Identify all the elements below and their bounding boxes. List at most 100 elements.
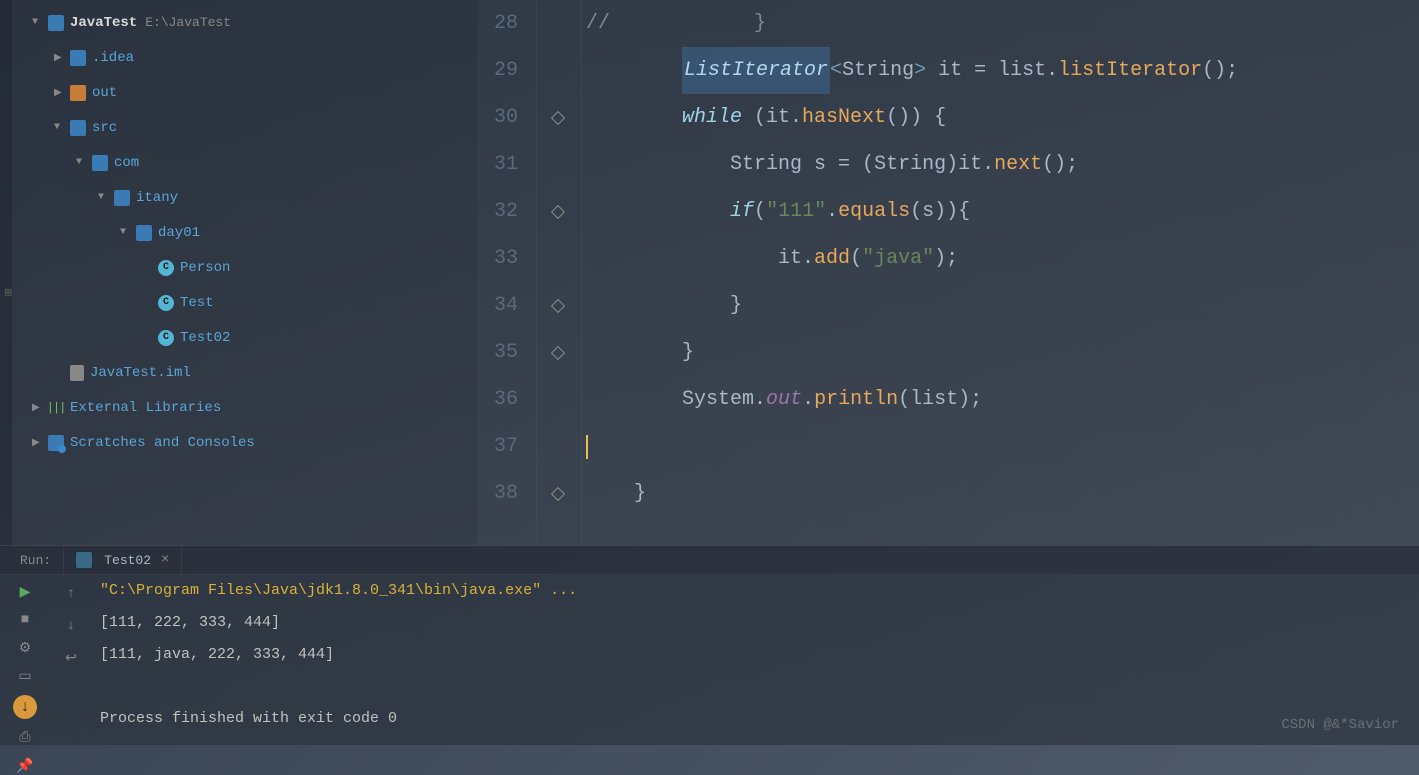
code-line[interactable] bbox=[586, 423, 1419, 470]
fold-icon[interactable] bbox=[551, 345, 565, 359]
fold-icon[interactable] bbox=[551, 110, 565, 124]
code-line[interactable]: } bbox=[586, 470, 1419, 517]
up-icon[interactable]: ↑ bbox=[62, 585, 80, 603]
tree-item-test02[interactable]: CTest02 bbox=[12, 320, 477, 355]
chevron-down-icon[interactable] bbox=[54, 122, 66, 133]
chevron-right-icon[interactable] bbox=[32, 437, 44, 449]
run-tab-label: Test02 bbox=[104, 553, 151, 568]
tree-item-com[interactable]: com bbox=[12, 145, 477, 180]
run-panel: Run: Test02 × ▶ ■ ⚙ ▭ ↓ ⎙ 📌 ↑ ↓ ↩ "C bbox=[0, 545, 1419, 745]
wrap-icon[interactable]: ↩ bbox=[62, 649, 80, 667]
code-line[interactable]: ListIterator<String> it = list.listItera… bbox=[586, 47, 1419, 94]
console-line: [111, 222, 333, 444] bbox=[100, 607, 1419, 639]
tree-item-itany[interactable]: itany bbox=[12, 180, 477, 215]
file-icon bbox=[70, 365, 84, 381]
tree-item-label: External Libraries bbox=[70, 400, 221, 416]
fold-icon[interactable] bbox=[551, 204, 565, 218]
class-icon: C bbox=[158, 260, 174, 276]
line-number[interactable]: 33 bbox=[477, 235, 518, 282]
download-icon[interactable]: ↓ bbox=[13, 695, 37, 719]
tree-item--idea[interactable]: .idea bbox=[12, 40, 477, 75]
run-toolbar-secondary: ↑ ↓ ↩ bbox=[50, 575, 92, 775]
project-tree-sidebar: JavaTest E:\JavaTest .idea out src com itany… bbox=[12, 0, 477, 545]
stop-icon[interactable]: ■ bbox=[16, 611, 34, 629]
tree-item-label: JavaTest.iml bbox=[90, 365, 191, 381]
line-number[interactable]: 30 bbox=[477, 94, 518, 141]
pin-icon[interactable]: 📌 bbox=[16, 757, 34, 775]
tree-item-label: com bbox=[114, 155, 139, 171]
project-icon bbox=[48, 15, 64, 31]
left-tool-strip[interactable]: ⊞ bbox=[0, 0, 12, 545]
tree-item-test[interactable]: C Test bbox=[12, 285, 477, 320]
console-line bbox=[100, 671, 1419, 703]
class-icon: C bbox=[158, 295, 174, 311]
chevron-down-icon[interactable] bbox=[76, 157, 88, 168]
chevron-right-icon[interactable] bbox=[32, 402, 44, 414]
run-toolbar-primary: ▶ ■ ⚙ ▭ ↓ ⎙ 📌 bbox=[0, 575, 50, 775]
tree-item-day01[interactable]: day01 bbox=[12, 215, 477, 250]
tree-item-javatest-iml[interactable]: JavaTest.iml bbox=[12, 355, 477, 390]
tree-item-label: out bbox=[92, 85, 117, 101]
line-number[interactable]: 37 bbox=[477, 423, 518, 470]
close-icon[interactable]: × bbox=[161, 552, 169, 568]
chevron-right-icon[interactable] bbox=[54, 52, 66, 64]
rerun-icon[interactable]: ▶ bbox=[16, 583, 34, 601]
tree-item-label: day01 bbox=[158, 225, 200, 241]
print-icon[interactable]: ⎙ bbox=[16, 729, 34, 747]
code-content[interactable]: // } ListIterator<String> it = list.list… bbox=[582, 0, 1419, 545]
line-number-gutter[interactable]: 2829303132333435363738 bbox=[477, 0, 537, 545]
tree-external-libraries[interactable]: External Libraries bbox=[12, 390, 477, 425]
line-number[interactable]: 29 bbox=[477, 47, 518, 94]
chevron-down-icon[interactable] bbox=[32, 17, 44, 28]
project-path: E:\JavaTest bbox=[145, 15, 231, 30]
code-line[interactable]: System.out.println(list); bbox=[586, 376, 1419, 423]
run-tab-test02[interactable]: Test02 × bbox=[63, 546, 182, 574]
line-number[interactable]: 32 bbox=[477, 188, 518, 235]
folding-gutter[interactable] bbox=[537, 0, 582, 545]
code-line[interactable]: // } bbox=[586, 0, 1419, 47]
code-line[interactable]: String s = (String)it.next(); bbox=[586, 141, 1419, 188]
chevron-right-icon[interactable] bbox=[54, 87, 66, 99]
code-line[interactable]: } bbox=[586, 329, 1419, 376]
line-number[interactable]: 31 bbox=[477, 141, 518, 188]
fold-icon[interactable] bbox=[551, 486, 565, 500]
line-number[interactable]: 36 bbox=[477, 376, 518, 423]
folder-icon bbox=[136, 225, 152, 241]
tree-item-label: Test bbox=[180, 295, 214, 311]
tree-item-label: itany bbox=[136, 190, 178, 206]
tree-item-person[interactable]: CPerson bbox=[12, 250, 477, 285]
project-name: JavaTest bbox=[70, 15, 137, 31]
code-line[interactable]: if("111".equals(s)){ bbox=[586, 188, 1419, 235]
tree-project-root[interactable]: JavaTest E:\JavaTest bbox=[12, 5, 477, 40]
folder-icon bbox=[70, 120, 86, 136]
layout-icon[interactable]: ▭ bbox=[16, 667, 34, 685]
line-number[interactable]: 28 bbox=[477, 0, 518, 47]
library-icon bbox=[48, 400, 64, 416]
run-tabs-bar: Run: Test02 × bbox=[0, 546, 1419, 575]
console-output[interactable]: "C:\Program Files\Java\jdk1.8.0_341\bin\… bbox=[92, 575, 1419, 775]
run-config-icon bbox=[76, 552, 92, 568]
down-icon[interactable]: ↓ bbox=[62, 617, 80, 635]
structure-tab-icon[interactable]: ⊞ bbox=[1, 288, 12, 296]
chevron-down-icon[interactable] bbox=[98, 192, 110, 203]
debug-icon[interactable]: ⚙ bbox=[16, 639, 34, 657]
line-number[interactable]: 38 bbox=[477, 470, 518, 517]
tree-item-label: .idea bbox=[92, 50, 134, 66]
code-editor[interactable]: 2829303132333435363738 // } ListIterator… bbox=[477, 0, 1419, 545]
fold-icon[interactable] bbox=[551, 298, 565, 312]
tree-item-out[interactable]: out bbox=[12, 75, 477, 110]
run-label: Run: bbox=[20, 553, 51, 568]
tree-item-label: Test02 bbox=[180, 330, 230, 346]
code-line[interactable]: while (it.hasNext()) { bbox=[586, 94, 1419, 141]
console-line: Process finished with exit code 0 bbox=[100, 703, 1419, 735]
line-number[interactable]: 35 bbox=[477, 329, 518, 376]
chevron-down-icon[interactable] bbox=[120, 227, 132, 238]
code-line[interactable]: it.add("java"); bbox=[586, 235, 1419, 282]
tree-item-src[interactable]: src bbox=[12, 110, 477, 145]
tree-item-label: Scratches and Consoles bbox=[70, 435, 255, 451]
console-line: [111, java, 222, 333, 444] bbox=[100, 639, 1419, 671]
folder-orange-icon bbox=[70, 85, 86, 101]
line-number[interactable]: 34 bbox=[477, 282, 518, 329]
tree-scratches[interactable]: Scratches and Consoles bbox=[12, 425, 477, 460]
code-line[interactable]: } bbox=[586, 282, 1419, 329]
